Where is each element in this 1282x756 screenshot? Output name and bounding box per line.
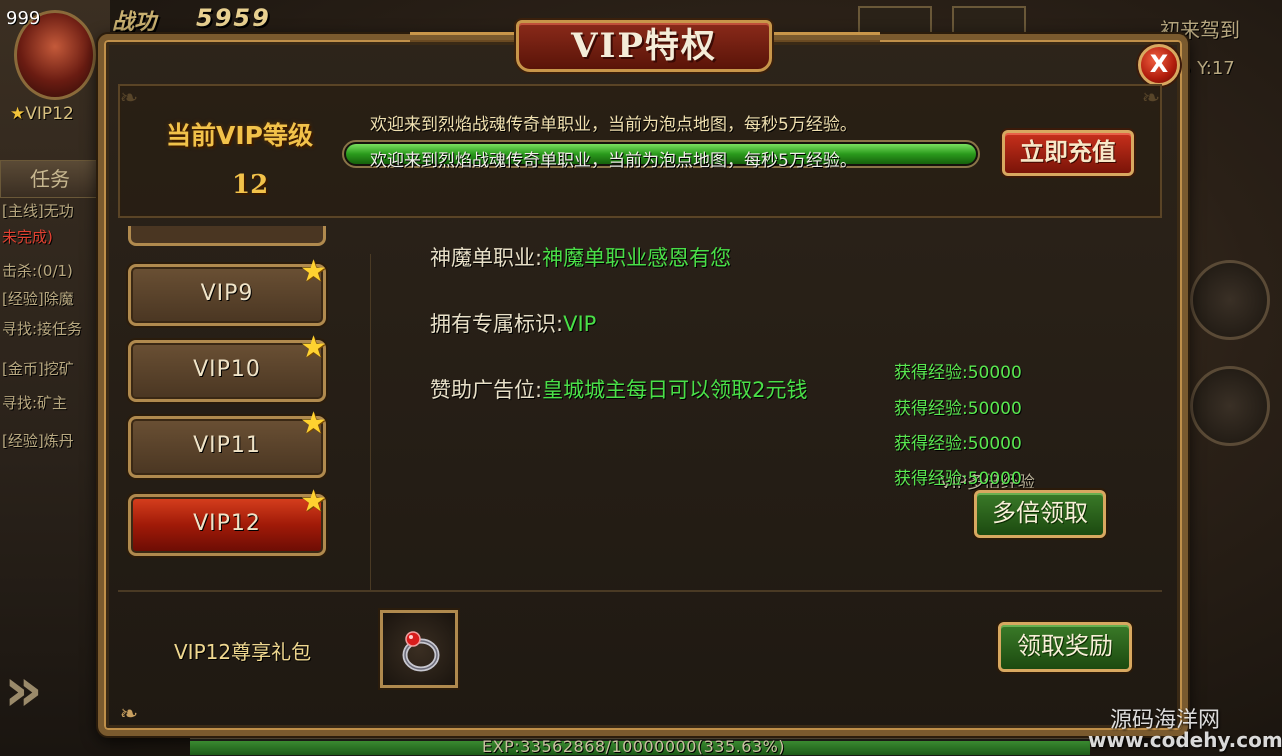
recharge-button[interactable]: 立即充值 [1002, 130, 1134, 176]
quest-line: 击杀:(0/1) [2, 262, 73, 280]
tab-task[interactable]: 任务 [0, 160, 100, 198]
vip-list-item[interactable]: VIP9 ★ [128, 257, 327, 326]
quest-line[interactable]: 寻找:接任务 [2, 318, 100, 339]
vip-list-item[interactable]: VIP10 ★ [128, 333, 327, 402]
privilege-line: 赞助广告位:皇城城主每日可以领取2元钱 [430, 374, 807, 404]
star-icon: ★ [300, 330, 328, 365]
player-vip-badge: ★VIP12 [10, 104, 74, 124]
player-level: 999 [6, 8, 41, 29]
current-vip-label: 当前VIP等级 [166, 121, 313, 150]
star-icon: ★ [300, 254, 328, 289]
ring-icon [402, 631, 440, 672]
quest-line[interactable]: [经验]炼丹 [2, 430, 100, 451]
power-value: 5959 [196, 4, 271, 32]
title-ornament [410, 32, 520, 42]
title-ornament [770, 32, 880, 42]
star-icon: ★ [300, 484, 328, 519]
current-vip-level: 12 [232, 170, 269, 200]
privilege-line: 拥有专属标识:VIP [430, 308, 596, 338]
exp-gain-text: 获得经验:50000 [894, 363, 1022, 383]
privilege-value: VIP [563, 312, 597, 336]
bottom-divider [118, 590, 1162, 592]
vip-progress-text: 欢迎来到烈焰战魂传奇单职业，当前为泡点地图，每秒5万经验。 [370, 151, 857, 171]
corner-ornament: ❧ [119, 702, 139, 727]
star-icon: ★ [300, 406, 328, 441]
coordinates: 5 Y:17 [1180, 58, 1235, 79]
privilege-line: 神魔单职业:神魔单职业感恩有您 [430, 242, 731, 272]
vip-item-label: VIP12 [193, 511, 261, 536]
list-divider [370, 254, 371, 590]
privilege-name: 拥有专属标识: [430, 312, 564, 336]
watermark-url: www.codehy.com [1088, 728, 1282, 752]
quest-line[interactable]: [经验]除魔 [2, 288, 100, 309]
expand-arrow-icon[interactable]: » [4, 650, 54, 730]
power-label: 战功 [112, 10, 157, 35]
vip-list-item-partial[interactable] [128, 226, 326, 246]
welcome-text: 欢迎来到烈焰战魂传奇单职业，当前为泡点地图，每秒5万经验。 [370, 115, 857, 135]
player-vip-label: VIP12 [25, 104, 74, 124]
multi-claim-button[interactable]: 多倍领取 [974, 490, 1106, 538]
vip-item-label: VIP11 [193, 433, 261, 458]
privilege-value: 神魔单职业感恩有您 [542, 246, 732, 270]
vip-item-label: VIP10 [193, 357, 261, 382]
dialog-title: VIP特权 [571, 26, 717, 66]
star-icon: ★ [10, 104, 26, 124]
quest-line: 未完成) [2, 228, 53, 246]
gift-pack-label: VIP12尊享礼包 [174, 640, 312, 664]
skill-button[interactable] [1190, 366, 1270, 446]
gift-item-slot[interactable] [380, 610, 458, 688]
quest-line[interactable]: [金币]挖矿 [2, 358, 100, 379]
exp-gain-text: 获得经验:50000 [894, 434, 1022, 454]
claim-reward-button[interactable]: 领取奖励 [998, 622, 1132, 672]
dialog-title-plate: VIP特权 [516, 20, 772, 72]
quest-line[interactable]: 寻找:矿主 [2, 392, 100, 413]
skill-button[interactable] [1190, 260, 1270, 340]
privilege-value: 皇城城主每日可以领取2元钱 [542, 378, 808, 402]
vip-list-item[interactable]: VIP11 ★ [128, 409, 327, 478]
privilege-name: 赞助广告位: [430, 378, 543, 402]
exp-text: EXP:33562868/10000000(335.63%) [482, 737, 786, 756]
exp-gain-text: 获得经验:50000 [894, 399, 1022, 419]
vip-list-item-selected[interactable]: VIP12 ★ [128, 487, 327, 556]
vip-item-label: VIP9 [200, 281, 254, 306]
close-button[interactable]: X [1138, 44, 1180, 86]
privilege-name: 神魔单职业: [430, 246, 543, 270]
quest-line[interactable]: [主线]无功 [2, 200, 100, 221]
exp-gain-text: 获得经验:50000 [894, 469, 1022, 489]
